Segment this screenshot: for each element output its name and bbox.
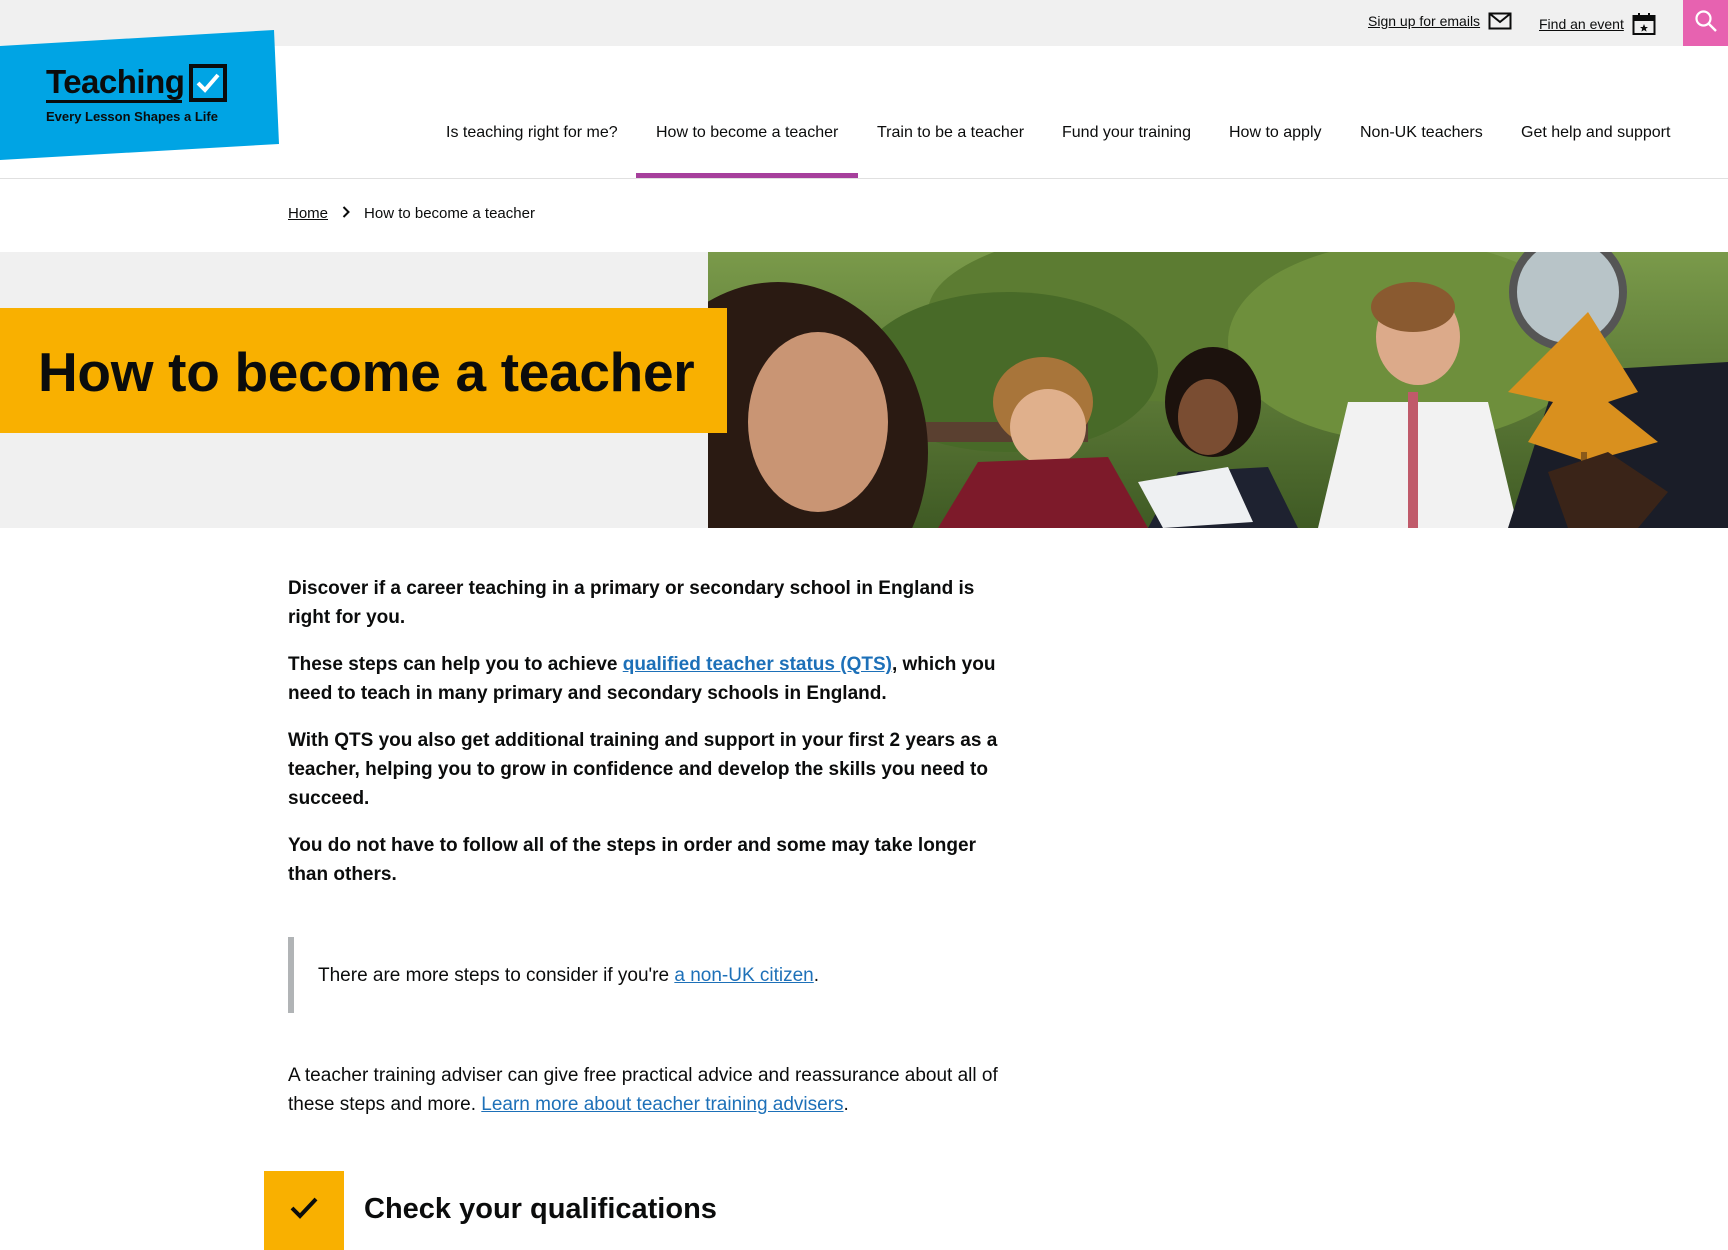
sign-up-emails-label: Sign up for emails — [1368, 13, 1481, 29]
chevron-right-icon — [342, 205, 350, 222]
hero-photo-students-outdoors — [708, 252, 1728, 528]
non-uk-citizen-link[interactable]: a non-UK citizen — [674, 965, 813, 986]
nav-item-how-to-become[interactable]: How to become a teacher — [656, 124, 838, 142]
checkmark-icon — [289, 1195, 319, 1226]
find-event-label: Find an event — [1539, 16, 1624, 32]
envelope-icon — [1488, 12, 1512, 30]
search-button[interactable] — [1683, 0, 1728, 46]
page-title: How to become a teacher — [38, 341, 695, 403]
intro-paragraph-1: Discover if a career teaching in a prima… — [288, 578, 975, 628]
checkmark-box-icon — [189, 64, 227, 102]
calendar-icon — [1632, 12, 1656, 36]
teaching-logo[interactable]: Teaching Every Lesson Shapes a Life — [0, 30, 282, 162]
sign-up-emails-link[interactable]: Sign up for emails — [1368, 12, 1512, 30]
step-check-box — [264, 1171, 344, 1250]
intro-paragraph-4: You do not have to follow all of the ste… — [288, 835, 976, 885]
step-title: Check your qualifications — [364, 1193, 717, 1225]
logo-underline — [46, 100, 182, 103]
search-icon — [1694, 9, 1718, 38]
intro-p2-text-before: These steps can help you to achieve — [288, 654, 623, 675]
logo-word: Teaching — [46, 63, 185, 100]
intro-paragraph-3: With QTS you also get additional trainin… — [288, 730, 998, 809]
teacher-training-advisers-link[interactable]: Learn more about teacher training advise… — [481, 1094, 843, 1115]
nav-item-non-uk-teachers[interactable]: Non-UK teachers — [1360, 124, 1483, 142]
nav-item-is-teaching-right[interactable]: Is teaching right for me? — [446, 124, 618, 142]
nav-item-how-to-apply[interactable]: How to apply — [1229, 124, 1322, 142]
breadcrumb-home-link[interactable]: Home — [288, 205, 328, 222]
breadcrumb-current: How to become a teacher — [364, 205, 535, 222]
adviser-paragraph: A teacher training adviser can give free… — [288, 1061, 1008, 1119]
inset-text: There are more steps to consider if you'… — [288, 937, 1008, 1013]
inset-text-before: There are more steps to consider if you'… — [318, 965, 675, 986]
nav-active-indicator — [636, 173, 858, 178]
find-event-link[interactable]: Find an event — [1539, 12, 1656, 36]
hero-title-box: How to become a teacher — [0, 308, 727, 433]
intro-content: Discover if a career teaching in a prima… — [288, 574, 1008, 907]
inset-paragraph: There are more steps to consider if you'… — [318, 965, 819, 987]
nav-item-fund-training[interactable]: Fund your training — [1062, 124, 1191, 142]
inset-text-after: . — [813, 965, 820, 986]
breadcrumb: Home How to become a teacher — [288, 205, 535, 222]
nav-item-help-support[interactable]: Get help and support — [1521, 124, 1670, 142]
nav-item-train-to-be[interactable]: Train to be a teacher — [877, 124, 1024, 142]
logo-tagline: Every Lesson Shapes a Life — [46, 109, 218, 124]
intro-paragraph-2: These steps can help you to achieve qual… — [288, 650, 1008, 708]
hero-banner: How to become a teacher — [0, 252, 1728, 528]
qts-link[interactable]: qualified teacher status (QTS) — [623, 654, 892, 675]
adviser-text-after: . — [843, 1094, 849, 1115]
